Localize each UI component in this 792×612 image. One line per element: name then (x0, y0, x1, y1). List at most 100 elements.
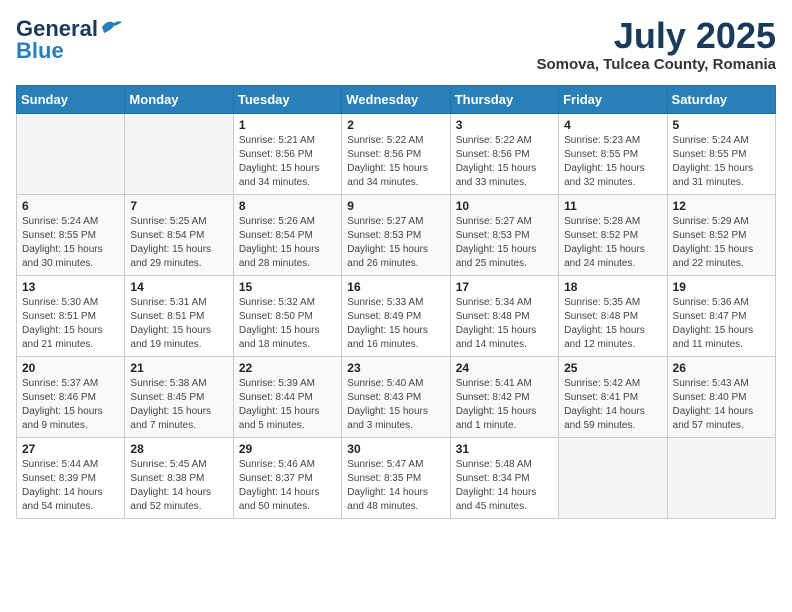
day-number: 8 (239, 199, 336, 213)
day-info: Sunrise: 5:32 AM Sunset: 8:50 PM Dayligh… (239, 296, 336, 352)
day-number: 19 (673, 280, 770, 294)
day-of-week-header: Sunday (17, 85, 125, 113)
day-info: Sunrise: 5:24 AM Sunset: 8:55 PM Dayligh… (673, 134, 770, 190)
day-number: 16 (347, 280, 444, 294)
day-info: Sunrise: 5:40 AM Sunset: 8:43 PM Dayligh… (347, 377, 444, 433)
day-info: Sunrise: 5:26 AM Sunset: 8:54 PM Dayligh… (239, 215, 336, 271)
day-info: Sunrise: 5:47 AM Sunset: 8:35 PM Dayligh… (347, 458, 444, 514)
day-number: 25 (564, 361, 661, 375)
day-info: Sunrise: 5:41 AM Sunset: 8:42 PM Dayligh… (456, 377, 553, 433)
day-number: 23 (347, 361, 444, 375)
day-info: Sunrise: 5:28 AM Sunset: 8:52 PM Dayligh… (564, 215, 661, 271)
day-number: 10 (456, 199, 553, 213)
calendar-day-cell: 26 Sunrise: 5:43 AM Sunset: 8:40 PM Dayli… (667, 356, 775, 437)
day-number: 13 (22, 280, 119, 294)
day-info: Sunrise: 5:45 AM Sunset: 8:38 PM Dayligh… (130, 458, 227, 514)
calendar-day-cell: 19 Sunrise: 5:36 AM Sunset: 8:47 PM Dayli… (667, 275, 775, 356)
page-header: General Blue July 2025 Somova, Tulcea Co… (16, 16, 776, 73)
calendar-day-cell: 22 Sunrise: 5:39 AM Sunset: 8:44 PM Dayli… (233, 356, 341, 437)
calendar-day-cell: 12 Sunrise: 5:29 AM Sunset: 8:52 PM Dayli… (667, 194, 775, 275)
day-info: Sunrise: 5:36 AM Sunset: 8:47 PM Dayligh… (673, 296, 770, 352)
calendar-day-cell: 23 Sunrise: 5:40 AM Sunset: 8:43 PM Dayli… (342, 356, 450, 437)
day-number: 31 (456, 442, 553, 456)
calendar-day-cell: 18Sunrise: 5:35 AM Sunset: 8:48 PM Dayli… (559, 275, 667, 356)
day-info: Sunrise: 5:22 AM Sunset: 8:56 PM Dayligh… (456, 134, 553, 190)
day-info: Sunrise: 5:34 AM Sunset: 8:48 PM Dayligh… (456, 296, 553, 352)
day-of-week-header: Monday (125, 85, 233, 113)
calendar-day-cell: 13 Sunrise: 5:30 AM Sunset: 8:51 PM Dayli… (17, 275, 125, 356)
day-number: 26 (673, 361, 770, 375)
day-info: Sunrise: 5:48 AM Sunset: 8:34 PM Dayligh… (456, 458, 553, 514)
calendar-day-cell: 31 Sunrise: 5:48 AM Sunset: 8:34 PM Dayli… (450, 437, 558, 518)
day-info: Sunrise: 5:42 AM Sunset: 8:41 PM Dayligh… (564, 377, 661, 433)
calendar-day-cell: 5Sunrise: 5:24 AM Sunset: 8:55 PM Daylig… (667, 113, 775, 194)
logo: General Blue (16, 16, 122, 64)
day-number: 12 (673, 199, 770, 213)
calendar-day-cell: 20 Sunrise: 5:37 AM Sunset: 8:46 PM Dayli… (17, 356, 125, 437)
calendar-day-cell: 17 Sunrise: 5:34 AM Sunset: 8:48 PM Dayli… (450, 275, 558, 356)
day-info: Sunrise: 5:29 AM Sunset: 8:52 PM Dayligh… (673, 215, 770, 271)
day-info: Sunrise: 5:31 AM Sunset: 8:51 PM Dayligh… (130, 296, 227, 352)
calendar-day-cell: 16Sunrise: 5:33 AM Sunset: 8:49 PM Dayli… (342, 275, 450, 356)
day-of-week-header: Saturday (667, 85, 775, 113)
day-number: 14 (130, 280, 227, 294)
day-info: Sunrise: 5:37 AM Sunset: 8:46 PM Dayligh… (22, 377, 119, 433)
calendar-day-cell: 10 Sunrise: 5:27 AM Sunset: 8:53 PM Dayli… (450, 194, 558, 275)
calendar-day-cell (17, 113, 125, 194)
calendar-day-cell: 3Sunrise: 5:22 AM Sunset: 8:56 PM Daylig… (450, 113, 558, 194)
day-info: Sunrise: 5:22 AM Sunset: 8:56 PM Dayligh… (347, 134, 444, 190)
calendar-day-cell: 1 Sunrise: 5:21 AM Sunset: 8:56 PM Daylig… (233, 113, 341, 194)
day-info: Sunrise: 5:25 AM Sunset: 8:54 PM Dayligh… (130, 215, 227, 271)
calendar-day-cell (667, 437, 775, 518)
calendar-day-cell: 25 Sunrise: 5:42 AM Sunset: 8:41 PM Dayli… (559, 356, 667, 437)
day-number: 4 (564, 118, 661, 132)
calendar-week-row: 20 Sunrise: 5:37 AM Sunset: 8:46 PM Dayli… (17, 356, 776, 437)
calendar-day-cell (559, 437, 667, 518)
calendar-week-row: 13 Sunrise: 5:30 AM Sunset: 8:51 PM Dayli… (17, 275, 776, 356)
logo-text: General Blue (16, 16, 122, 64)
day-info: Sunrise: 5:27 AM Sunset: 8:53 PM Dayligh… (456, 215, 553, 271)
day-number: 29 (239, 442, 336, 456)
day-info: Sunrise: 5:30 AM Sunset: 8:51 PM Dayligh… (22, 296, 119, 352)
calendar-day-cell: 11Sunrise: 5:28 AM Sunset: 8:52 PM Dayli… (559, 194, 667, 275)
day-number: 7 (130, 199, 227, 213)
day-number: 22 (239, 361, 336, 375)
day-number: 28 (130, 442, 227, 456)
day-number: 21 (130, 361, 227, 375)
day-info: Sunrise: 5:44 AM Sunset: 8:39 PM Dayligh… (22, 458, 119, 514)
day-number: 30 (347, 442, 444, 456)
day-info: Sunrise: 5:21 AM Sunset: 8:56 PM Dayligh… (239, 134, 336, 190)
day-number: 1 (239, 118, 336, 132)
day-number: 6 (22, 199, 119, 213)
day-number: 17 (456, 280, 553, 294)
calendar-header-row: SundayMondayTuesdayWednesdayThursdayFrid… (17, 85, 776, 113)
calendar-day-cell: 6 Sunrise: 5:24 AM Sunset: 8:55 PM Daylig… (17, 194, 125, 275)
calendar-day-cell: 29Sunrise: 5:46 AM Sunset: 8:37 PM Dayli… (233, 437, 341, 518)
calendar-day-cell: 30 Sunrise: 5:47 AM Sunset: 8:35 PM Dayli… (342, 437, 450, 518)
calendar-day-cell: 27 Sunrise: 5:44 AM Sunset: 8:39 PM Dayli… (17, 437, 125, 518)
day-number: 15 (239, 280, 336, 294)
title-block: July 2025 Somova, Tulcea County, Romania (537, 16, 777, 73)
day-number: 18 (564, 280, 661, 294)
calendar-day-cell: 21Sunrise: 5:38 AM Sunset: 8:45 PM Dayli… (125, 356, 233, 437)
calendar-day-cell: 8 Sunrise: 5:26 AM Sunset: 8:54 PM Daylig… (233, 194, 341, 275)
day-number: 24 (456, 361, 553, 375)
calendar-location: Somova, Tulcea County, Romania (537, 56, 777, 73)
calendar-day-cell: 9Sunrise: 5:27 AM Sunset: 8:53 PM Daylig… (342, 194, 450, 275)
calendar-week-row: 1 Sunrise: 5:21 AM Sunset: 8:56 PM Daylig… (17, 113, 776, 194)
day-of-week-header: Tuesday (233, 85, 341, 113)
day-number: 9 (347, 199, 444, 213)
calendar-week-row: 6 Sunrise: 5:24 AM Sunset: 8:55 PM Daylig… (17, 194, 776, 275)
day-of-week-header: Wednesday (342, 85, 450, 113)
day-info: Sunrise: 5:39 AM Sunset: 8:44 PM Dayligh… (239, 377, 336, 433)
day-of-week-header: Friday (559, 85, 667, 113)
calendar-day-cell: 4Sunrise: 5:23 AM Sunset: 8:55 PM Daylig… (559, 113, 667, 194)
calendar-day-cell: 14 Sunrise: 5:31 AM Sunset: 8:51 PM Dayli… (125, 275, 233, 356)
day-info: Sunrise: 5:43 AM Sunset: 8:40 PM Dayligh… (673, 377, 770, 433)
calendar-day-cell: 2Sunrise: 5:22 AM Sunset: 8:56 PM Daylig… (342, 113, 450, 194)
day-number: 27 (22, 442, 119, 456)
logo-bird-icon (100, 19, 122, 35)
day-info: Sunrise: 5:24 AM Sunset: 8:55 PM Dayligh… (22, 215, 119, 271)
calendar-day-cell: 15 Sunrise: 5:32 AM Sunset: 8:50 PM Dayli… (233, 275, 341, 356)
day-number: 20 (22, 361, 119, 375)
